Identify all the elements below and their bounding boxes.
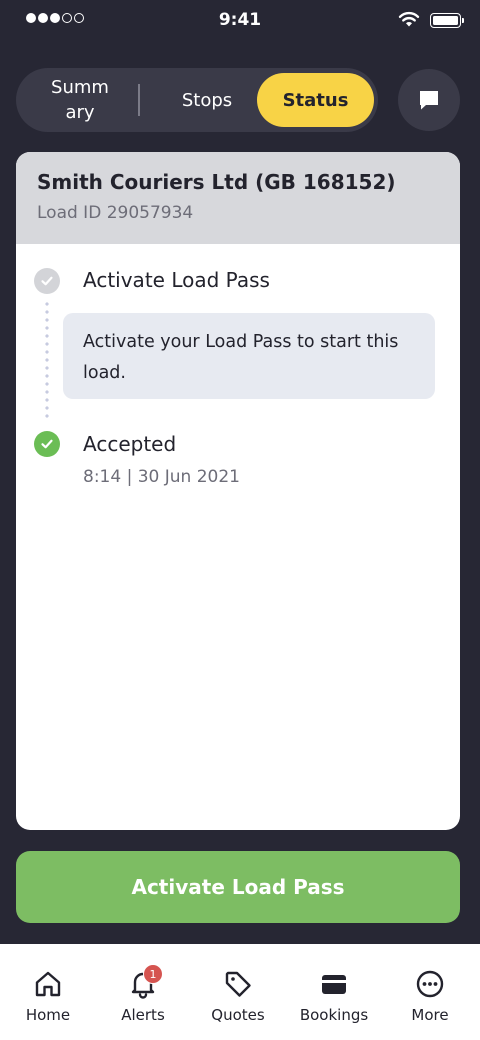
tab-home[interactable]: Home xyxy=(0,944,96,1040)
home-icon xyxy=(32,968,64,1000)
bell-icon: 1 xyxy=(127,964,163,1000)
alerts-badge: 1 xyxy=(143,964,163,984)
step-activate-title: Activate Load Pass xyxy=(83,268,270,292)
battery-icon xyxy=(430,13,464,28)
tab-summary[interactable]: Summ ary xyxy=(36,68,124,132)
status-bar: 9:41 xyxy=(0,0,480,42)
tab-status[interactable]: Status xyxy=(257,73,374,127)
wallet-icon xyxy=(318,968,350,1000)
tab-quotes[interactable]: Quotes xyxy=(190,944,286,1040)
tag-icon xyxy=(222,968,254,1000)
tab-summary-label: Summ ary xyxy=(51,77,109,123)
segment-divider xyxy=(138,84,140,116)
load-status-card: Smith Couriers Ltd (GB 168152) Load ID 2… xyxy=(16,152,460,830)
chat-bubble-icon xyxy=(420,91,438,110)
company-name: Smith Couriers Ltd (GB 168152) xyxy=(37,170,396,194)
tab-quotes-label: Quotes xyxy=(211,1006,265,1024)
tab-more[interactable]: More xyxy=(382,944,478,1040)
segmented-control: Summ ary Stops Status xyxy=(16,68,378,132)
chat-button[interactable] xyxy=(398,69,460,131)
tab-stops-label: Stops xyxy=(181,89,233,111)
tab-status-label: Status xyxy=(282,89,349,111)
activate-button-label: Activate Load Pass xyxy=(131,875,345,899)
timeline-connector xyxy=(45,300,49,422)
pending-check-icon xyxy=(34,268,60,294)
tab-alerts[interactable]: 1 Alerts xyxy=(95,944,191,1040)
bottom-tab-bar: Home 1 Alerts Quotes Bookings More xyxy=(0,944,480,1040)
card-header: Smith Couriers Ltd (GB 168152) Load ID 2… xyxy=(16,152,460,244)
wifi-icon xyxy=(398,11,420,27)
tab-home-label: Home xyxy=(25,1006,71,1024)
load-id: Load ID 29057934 xyxy=(37,203,194,223)
done-check-icon xyxy=(34,431,60,457)
tab-alerts-label: Alerts xyxy=(121,1006,165,1024)
more-icon xyxy=(414,968,446,1000)
tab-bookings-label: Bookings xyxy=(299,1006,369,1024)
tab-more-label: More xyxy=(411,1006,449,1024)
step-accepted-title: Accepted xyxy=(83,432,177,456)
tab-stops[interactable]: Stops xyxy=(156,68,258,132)
tab-bookings[interactable]: Bookings xyxy=(286,944,382,1040)
activate-load-pass-button[interactable]: Activate Load Pass xyxy=(16,851,460,923)
step-accepted-time: 8:14 | 30 Jun 2021 xyxy=(83,467,240,487)
activation-note: Activate your Load Pass to start this lo… xyxy=(63,313,435,399)
